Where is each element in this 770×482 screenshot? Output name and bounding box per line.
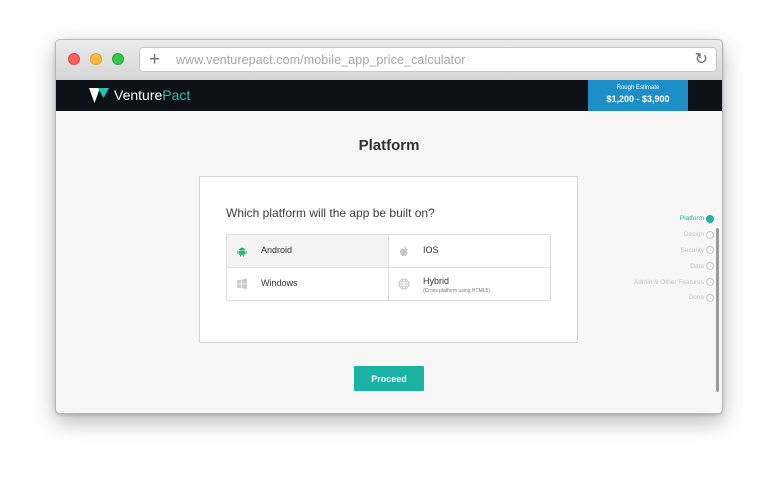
step-label: Platform xyxy=(679,215,704,223)
step-indicator-icon xyxy=(706,293,714,302)
step-data[interactable]: Data xyxy=(634,258,714,274)
option-label: Hybrid xyxy=(423,276,450,286)
address-bar[interactable]: + www.venturepact.com/mobile_app_price_c… xyxy=(139,47,717,72)
option-label: Android xyxy=(261,245,293,255)
step-label: Design xyxy=(683,231,704,239)
step-indicator-icon xyxy=(706,278,714,287)
page-content: Platform Which platform will the app be … xyxy=(56,111,722,413)
site-logo[interactable]: VenturePact xyxy=(114,87,190,103)
step-indicator-icon xyxy=(706,246,714,255)
step-indicator-icon xyxy=(706,230,714,239)
option-sublabel: (Cross platform using HTML5) xyxy=(423,288,490,294)
browser-titlebar: + www.venturepact.com/mobile_app_price_c… xyxy=(56,40,722,81)
question-text: Which platform will the app be built on? xyxy=(226,206,435,220)
vertical-scrollbar[interactable] xyxy=(716,228,719,392)
logo-text-venture: Venture xyxy=(114,87,163,103)
step-label: Data xyxy=(690,262,704,270)
url-text[interactable]: www.venturepact.com/mobile_app_price_cal… xyxy=(176,53,466,67)
step-label: Security xyxy=(680,246,704,254)
windows-icon xyxy=(237,278,247,289)
option-label: IOS xyxy=(423,245,439,255)
option-hybrid[interactable]: Hybrid (Cross platform using HTML5) xyxy=(389,268,551,301)
step-design[interactable]: Design xyxy=(634,227,714,243)
globe-icon xyxy=(398,278,410,290)
option-label: Windows xyxy=(261,278,298,288)
android-icon xyxy=(237,247,247,257)
platform-options: Android IOS Windows Hybrid (Cross platfo… xyxy=(226,234,551,301)
progress-steps: Platform Design Security Data Admin & Ot… xyxy=(634,211,714,306)
step-done[interactable]: Done xyxy=(634,290,714,306)
venturepact-logo-icon xyxy=(89,88,109,103)
browser-window: + www.venturepact.com/mobile_app_price_c… xyxy=(55,39,723,414)
reload-icon[interactable]: ↻ xyxy=(695,50,708,69)
estimate-value: $1,200 - $3,900 xyxy=(606,94,670,104)
step-indicator-icon xyxy=(706,262,714,271)
new-tab-icon[interactable]: + xyxy=(149,49,160,70)
minimize-window-button[interactable] xyxy=(90,53,102,65)
proceed-button[interactable]: Proceed xyxy=(354,366,424,391)
step-security[interactable]: Security xyxy=(634,243,714,259)
step-label: Done xyxy=(688,294,704,302)
step-platform[interactable]: Platform xyxy=(634,211,714,227)
option-android[interactable]: Android xyxy=(227,235,389,268)
step-admin-features[interactable]: Admin & Other Features xyxy=(634,274,714,290)
page-title: Platform xyxy=(358,137,420,154)
option-windows[interactable]: Windows xyxy=(227,268,389,301)
apple-icon xyxy=(400,246,408,256)
logo-text-pact: Pact xyxy=(162,87,191,103)
site-navbar: VenturePact Rough Estimate $1,200 - $3,9… xyxy=(56,80,722,111)
rough-estimate-box: Rough Estimate $1,200 - $3,900 xyxy=(588,80,688,111)
question-card: Which platform will the app be built on?… xyxy=(199,176,578,343)
zoom-window-button[interactable] xyxy=(112,53,124,65)
step-indicator-icon xyxy=(706,214,714,223)
close-window-button[interactable] xyxy=(68,53,80,65)
option-ios[interactable]: IOS xyxy=(389,235,551,268)
step-label: Admin & Other Features xyxy=(633,278,704,286)
estimate-label: Rough Estimate xyxy=(616,85,660,91)
